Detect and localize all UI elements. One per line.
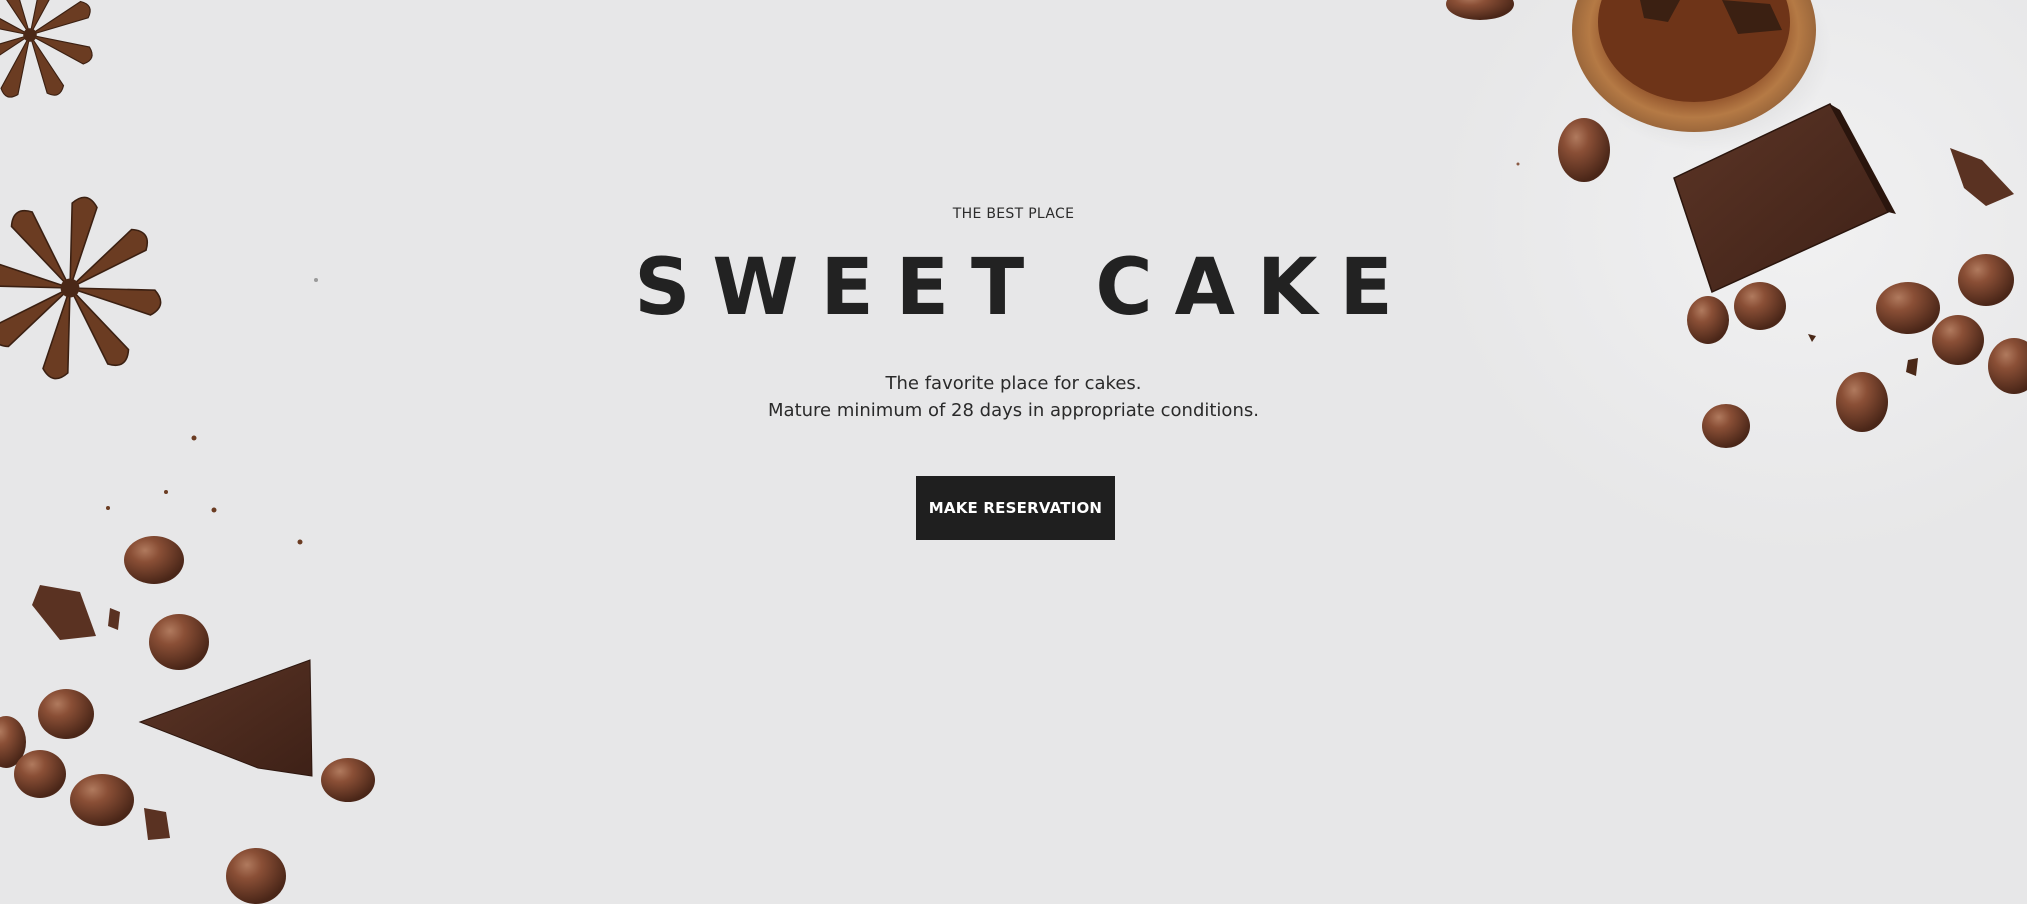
hero-title: SWEET CAKE	[634, 243, 1415, 333]
hero-subtitle-line: The favorite place for cakes.	[885, 373, 1142, 394]
make-reservation-button[interactable]: MAKE RESERVATION	[916, 476, 1115, 540]
hero-subtitle-line: Mature minimum of 28 days in appropriate…	[768, 400, 1259, 421]
hero-eyebrow: THE BEST PLACE	[952, 206, 1075, 222]
hero-section: THE BEST PLACE SWEET CAKE The favorite p…	[0, 0, 2027, 904]
hero-subtitle: The favorite place for cakes. Mature min…	[0, 370, 2027, 424]
background-decoration	[0, 0, 2027, 904]
star-anise-icon	[0, 0, 115, 120]
